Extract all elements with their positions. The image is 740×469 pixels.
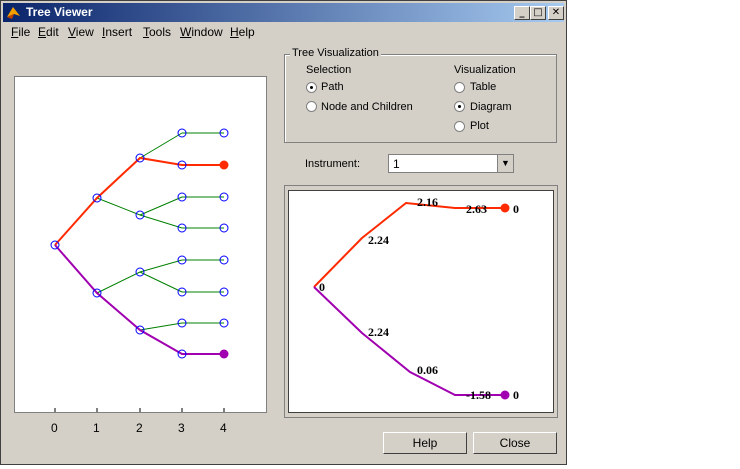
diagram-value-label: 2.16 <box>417 195 438 209</box>
diagram-value-label: 0 <box>513 202 519 216</box>
help-button[interactable]: Help <box>383 432 467 454</box>
diagram-value-label: 0 <box>319 280 325 294</box>
diagram-value-label: 0.06 <box>417 363 438 377</box>
diagram-end-node-top <box>500 203 510 213</box>
diagram-value-label: 2.24 <box>368 233 389 247</box>
diagram-path-down <box>313 286 505 396</box>
diagram-end-node-bottom <box>500 390 510 400</box>
close-button[interactable]: Close <box>473 432 557 454</box>
diagram-value-label: 2.63 <box>466 202 487 216</box>
diagram-value-label: 0 <box>513 388 519 402</box>
diagram-value-label: 2.24 <box>368 325 389 339</box>
diagram-value-label: -1.58 <box>466 388 491 402</box>
